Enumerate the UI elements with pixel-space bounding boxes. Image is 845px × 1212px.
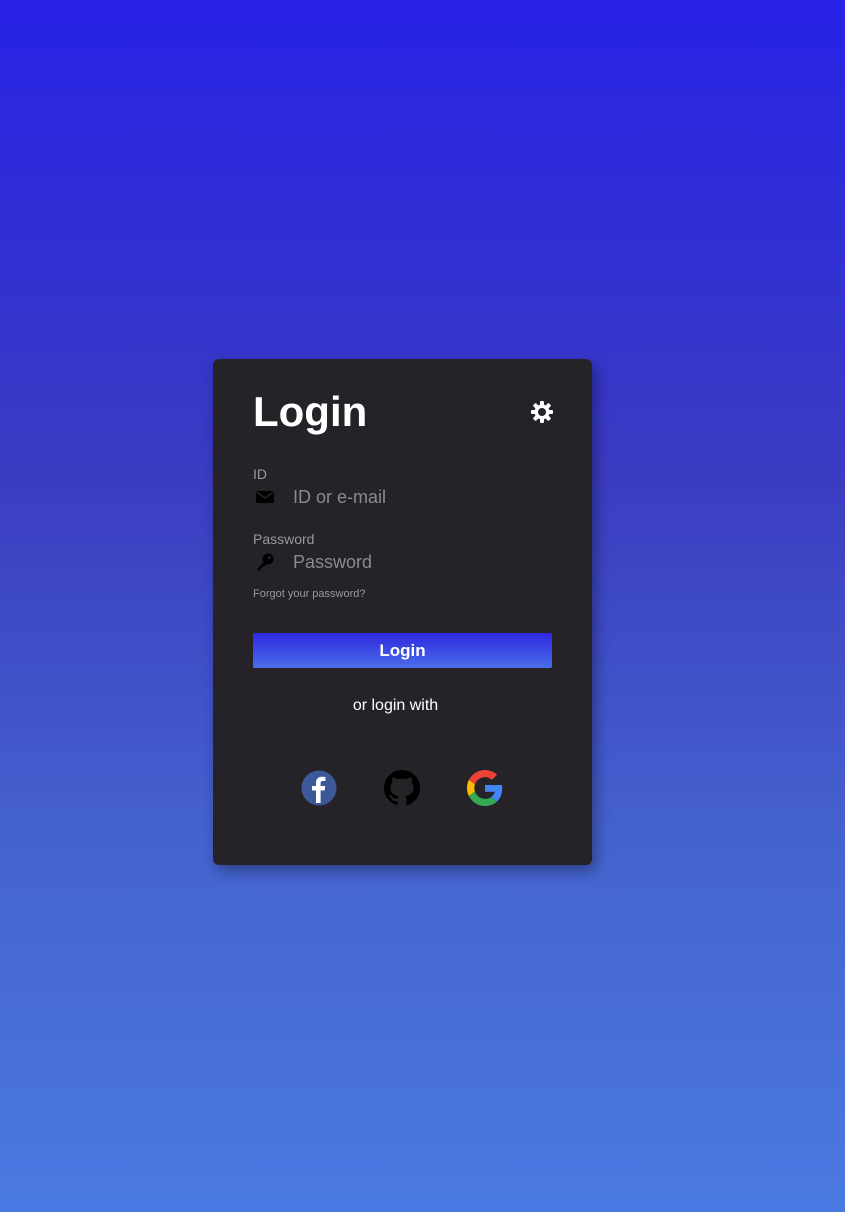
alt-login-text: or login with bbox=[352, 697, 439, 714]
github-login-button[interactable] bbox=[384, 770, 420, 806]
theme-toggle-button[interactable] bbox=[529, 399, 555, 425]
id-input[interactable] bbox=[293, 484, 551, 510]
key-icon bbox=[257, 553, 274, 571]
forgot-password-link[interactable]: Forgot your password? bbox=[253, 588, 366, 600]
google-login-button[interactable] bbox=[467, 770, 503, 806]
password-field-row bbox=[253, 549, 553, 575]
password-input[interactable] bbox=[293, 549, 551, 575]
login-title: Login bbox=[253, 388, 368, 435]
github-icon bbox=[384, 770, 420, 806]
login-card: Login ID Password bbox=[213, 359, 592, 865]
envelope-icon bbox=[256, 491, 274, 503]
login-button[interactable]: Login bbox=[253, 633, 552, 668]
facebook-icon bbox=[301, 770, 337, 806]
password-label: Password bbox=[253, 531, 315, 547]
id-field-row bbox=[253, 484, 553, 510]
gear-icon bbox=[531, 401, 553, 423]
google-icon bbox=[467, 770, 503, 806]
facebook-login-button[interactable] bbox=[301, 770, 337, 806]
id-label: ID bbox=[253, 466, 267, 482]
